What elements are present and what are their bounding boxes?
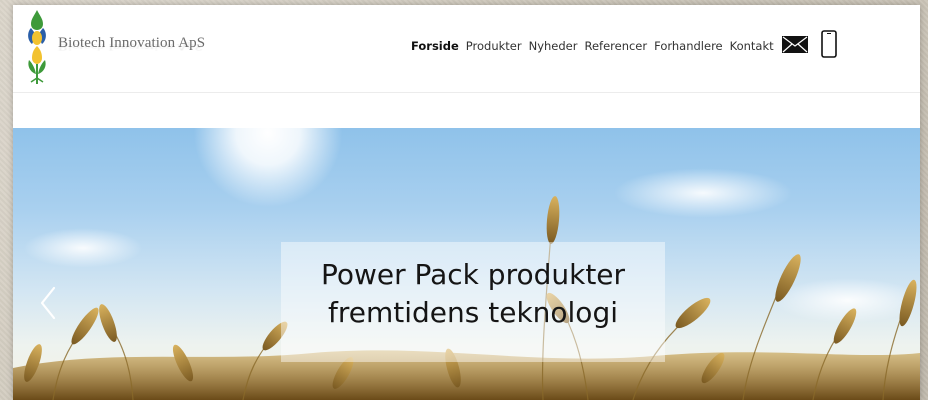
chevron-left-icon[interactable] bbox=[39, 286, 57, 320]
hero-caption: Power Pack produkter fremtidens teknolog… bbox=[281, 256, 665, 332]
nav-item-referencer[interactable]: Referencer bbox=[584, 39, 647, 53]
website-page: Biotech Innovation ApS Biotech Innovatio… bbox=[13, 5, 920, 400]
main-nav: Forside Produkter Nyheder Referencer For… bbox=[411, 35, 781, 57]
hero-carousel[interactable]: Power Pack produkter fremtidens teknolog… bbox=[13, 128, 920, 400]
nav-item-forhandlere[interactable]: Forhandlere bbox=[654, 39, 723, 53]
caption-line-1: Power Pack produkter bbox=[320, 258, 626, 291]
nav-item-forside[interactable]: Forside bbox=[411, 39, 459, 53]
nav-item-kontakt[interactable]: Kontakt bbox=[730, 39, 774, 53]
brand-reflection: Biotech Innovation ApS bbox=[58, 41, 203, 51]
phone-icon[interactable] bbox=[821, 30, 837, 58]
nav-item-produkter[interactable]: Produkter bbox=[466, 39, 522, 53]
nav-item-nyheder[interactable]: Nyheder bbox=[529, 39, 578, 53]
mail-icon[interactable] bbox=[782, 36, 808, 53]
logo-icon[interactable] bbox=[24, 8, 50, 86]
site-header: Biotech Innovation ApS Biotech Innovatio… bbox=[13, 5, 920, 93]
caption-line-2: fremtidens teknologi bbox=[327, 296, 618, 329]
